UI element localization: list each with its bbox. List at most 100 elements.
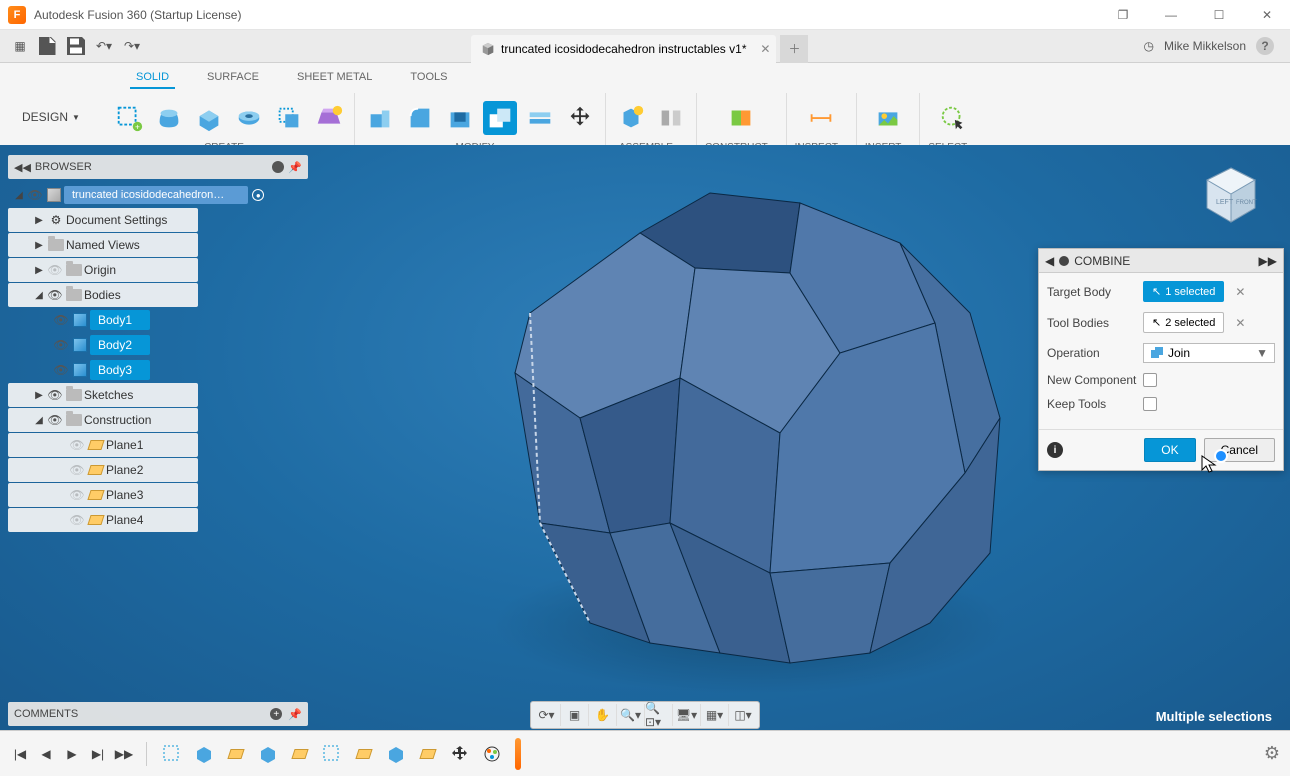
timeline-feature-sketch[interactable] xyxy=(159,741,185,767)
close-tab-button[interactable]: ✕ xyxy=(760,42,770,56)
timeline-playhead[interactable] xyxy=(515,738,521,770)
tree-doc-settings[interactable]: ▶⚙Document Settings xyxy=(8,208,198,232)
press-pull-button[interactable] xyxy=(363,101,397,135)
zoom-button[interactable]: 🔍▾ xyxy=(617,704,645,726)
info-icon[interactable]: i xyxy=(1047,442,1063,458)
tree-construction[interactable]: ◢👁Construction xyxy=(8,408,198,432)
tree-plane2[interactable]: 👁Plane2 xyxy=(8,458,198,482)
fillet-button[interactable] xyxy=(403,101,437,135)
keep-tools-checkbox[interactable] xyxy=(1143,397,1157,411)
combine-button[interactable] xyxy=(483,101,517,135)
timeline-feature-sketch[interactable] xyxy=(319,741,345,767)
workspace-switcher[interactable]: DESIGN▼ xyxy=(8,93,94,141)
timeline-start-button[interactable]: |◀ xyxy=(10,744,30,764)
combine-header[interactable]: ◀ COMBINE ▶▶ xyxy=(1039,249,1283,273)
timeline-feature-plane[interactable] xyxy=(287,741,313,767)
save-button[interactable] xyxy=(64,34,88,58)
clear-tools-button[interactable]: ✕ xyxy=(1232,316,1248,330)
construct-plane-button[interactable] xyxy=(724,101,758,135)
look-at-button[interactable]: ▣ xyxy=(561,704,589,726)
measure-button[interactable] xyxy=(804,101,838,135)
timeline-end-button[interactable]: ▶▶ xyxy=(114,744,134,764)
file-menu-button[interactable] xyxy=(36,34,60,58)
restore-icon[interactable]: ❐ xyxy=(1108,8,1138,22)
fit-button[interactable]: 🔍⊡▾ xyxy=(645,704,673,726)
extensions-icon[interactable]: ◷ xyxy=(1143,39,1153,53)
tree-plane4[interactable]: 👁Plane4 xyxy=(8,508,198,532)
extrude-button[interactable] xyxy=(192,101,226,135)
move-button[interactable] xyxy=(563,101,597,135)
ok-button[interactable]: OK xyxy=(1144,438,1195,462)
joint-button[interactable] xyxy=(654,101,688,135)
timeline-feature-move[interactable] xyxy=(447,741,473,767)
collapse-icon[interactable]: ◀◀ xyxy=(14,161,31,174)
tab-tools[interactable]: TOOLS xyxy=(404,67,453,89)
pin-icon[interactable]: 📌 xyxy=(288,708,302,721)
tree-body2[interactable]: 👁Body2 xyxy=(8,333,198,357)
tab-sheet-metal[interactable]: SHEET METAL xyxy=(291,67,378,89)
timeline-feature-extrude[interactable] xyxy=(255,741,281,767)
browser-settings-icon[interactable] xyxy=(272,161,284,173)
timeline-play-button[interactable]: ▶ xyxy=(62,744,82,764)
maximize-button[interactable]: ☐ xyxy=(1204,8,1234,22)
document-tab[interactable]: truncated icosidodecahedron instructable… xyxy=(471,35,776,63)
timeline-next-button[interactable]: ▶| xyxy=(88,744,108,764)
timeline-feature-extrude[interactable] xyxy=(191,741,217,767)
revolve-button[interactable] xyxy=(232,101,266,135)
redo-button[interactable]: ↷▾ xyxy=(120,34,144,58)
sweep-button[interactable] xyxy=(272,101,306,135)
undo-button[interactable]: ↶▾ xyxy=(92,34,116,58)
new-component-checkbox[interactable] xyxy=(1143,373,1157,387)
tree-plane3[interactable]: 👁Plane3 xyxy=(8,483,198,507)
timeline-feature-plane[interactable] xyxy=(415,741,441,767)
new-sketch-button[interactable]: + xyxy=(112,101,146,135)
minimize-button[interactable]: — xyxy=(1156,8,1186,22)
timeline-prev-button[interactable]: ◀ xyxy=(36,744,56,764)
tree-root[interactable]: ◢👁 truncated icosidodecahedron… ● xyxy=(8,183,308,207)
close-button[interactable]: ✕ xyxy=(1252,8,1282,22)
select-button[interactable] xyxy=(936,101,970,135)
pin-icon[interactable]: 📌 xyxy=(288,161,302,174)
activate-icon[interactable]: ● xyxy=(252,189,264,201)
new-tab-button[interactable]: ＋ xyxy=(780,35,808,63)
tab-surface[interactable]: SURFACE xyxy=(201,67,265,89)
viewports-button[interactable]: ◫▾ xyxy=(729,704,757,726)
timeline-feature-extrude[interactable] xyxy=(383,741,409,767)
timeline-feature-plane[interactable] xyxy=(223,741,249,767)
tree-plane1[interactable]: 👁Plane1 xyxy=(8,433,198,457)
collapse-icon[interactable]: ◀ xyxy=(1045,254,1054,268)
loft-button[interactable] xyxy=(312,101,346,135)
pan-button[interactable]: ✋ xyxy=(589,704,617,726)
grid-menu-button[interactable]: ▦ xyxy=(8,34,32,58)
shell-button[interactable] xyxy=(443,101,477,135)
new-component-button[interactable] xyxy=(614,101,648,135)
timeline-settings-button[interactable]: ⚙ xyxy=(1264,743,1280,764)
display-button[interactable]: 🖥▾ xyxy=(673,704,701,726)
tree-body3[interactable]: 👁Body3 xyxy=(8,358,198,382)
view-cube[interactable]: LEFTFRONT xyxy=(1196,160,1266,230)
target-body-selector[interactable]: ↖1 selected xyxy=(1143,281,1224,302)
add-comment-icon[interactable]: + xyxy=(270,708,282,720)
timeline-feature-appearance[interactable] xyxy=(479,741,505,767)
tree-origin[interactable]: ▶👁Origin xyxy=(8,258,198,282)
grid-button[interactable]: ▦▾ xyxy=(701,704,729,726)
create-form-button[interactable] xyxy=(152,101,186,135)
tree-sketches[interactable]: ▶👁Sketches xyxy=(8,383,198,407)
operation-select[interactable]: Join ▼ xyxy=(1143,343,1275,363)
split-button[interactable] xyxy=(523,101,557,135)
tree-named-views[interactable]: ▶Named Views xyxy=(8,233,198,257)
help-icon[interactable]: ? xyxy=(1256,37,1274,55)
timeline-feature-plane[interactable] xyxy=(351,741,377,767)
expand-icon[interactable]: ▶▶ xyxy=(1259,254,1277,268)
tree-bodies[interactable]: ◢👁Bodies xyxy=(8,283,198,307)
user-name[interactable]: Mike Mikkelson xyxy=(1164,39,1246,53)
comments-bar[interactable]: COMMENTS + 📌 xyxy=(8,702,308,726)
tool-bodies-selector[interactable]: ↖2 selected xyxy=(1143,312,1224,333)
3d-model[interactable] xyxy=(470,173,1030,730)
orbit-button[interactable]: ⟳▾ xyxy=(533,704,561,726)
dialog-options-icon[interactable] xyxy=(1059,256,1069,266)
tab-solid[interactable]: SOLID xyxy=(130,67,175,89)
clear-target-button[interactable]: ✕ xyxy=(1232,285,1248,299)
insert-button[interactable] xyxy=(871,101,905,135)
browser-header[interactable]: ◀◀ BROWSER 📌 xyxy=(8,155,308,179)
